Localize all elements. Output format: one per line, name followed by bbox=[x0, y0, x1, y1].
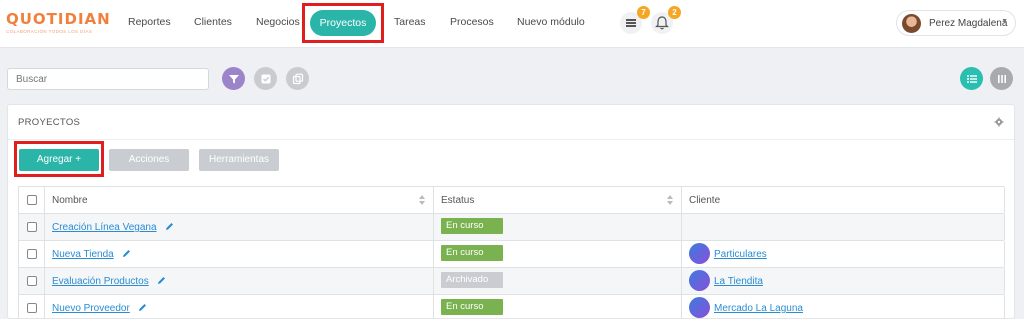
status-badge: En curso bbox=[441, 245, 503, 261]
search-input[interactable] bbox=[8, 69, 208, 89]
nav-nuevo-modulo[interactable]: Nuevo módulo bbox=[517, 16, 585, 28]
project-link[interactable]: Creación Línea Vegana bbox=[52, 222, 174, 233]
status-cell: En curso bbox=[434, 295, 682, 319]
name-cell: Evaluación Productos bbox=[45, 268, 434, 294]
project-name: Nuevo Proveedor bbox=[52, 303, 130, 314]
gear-icon[interactable] bbox=[994, 117, 1004, 127]
status-badge: En curso bbox=[441, 218, 503, 234]
top-navbar: QUOTIDIAN COLABORACIÓN TODOS LOS DÍAS Re… bbox=[0, 0, 1024, 48]
row-checkbox[interactable] bbox=[27, 222, 37, 232]
edit-icon[interactable] bbox=[122, 249, 131, 258]
project-link[interactable]: Nuevo Proveedor bbox=[52, 303, 147, 314]
copy-icon bbox=[292, 73, 303, 84]
table-row: Evaluación Productos Archivado La Tiendi… bbox=[19, 268, 1005, 295]
name-cell: Nueva Tienda bbox=[45, 241, 434, 267]
duplicate-button[interactable] bbox=[286, 67, 309, 90]
sort-icon[interactable] bbox=[419, 195, 425, 205]
column-header-label: Estatus bbox=[441, 195, 475, 206]
panel-title: PROYECTOS bbox=[18, 117, 81, 128]
edit-icon[interactable] bbox=[138, 303, 147, 312]
actions-button[interactable]: Acciones bbox=[109, 149, 189, 171]
logo-text: QUOTIDIAN bbox=[6, 10, 111, 28]
sort-icon[interactable] bbox=[667, 195, 673, 205]
header-estatus[interactable]: Estatus bbox=[434, 187, 682, 213]
table-row: Nuevo Proveedor En curso Mercado La Lagu… bbox=[19, 295, 1005, 319]
messages-button[interactable]: 7 bbox=[620, 6, 650, 34]
header-nombre[interactable]: Nombre bbox=[45, 187, 434, 213]
avatar bbox=[902, 14, 921, 33]
status-cell: En curso bbox=[434, 214, 682, 240]
status-badge: En curso bbox=[441, 299, 503, 315]
filter-icon bbox=[228, 74, 239, 83]
select-button[interactable] bbox=[254, 67, 277, 90]
select-all-cell bbox=[19, 187, 45, 213]
project-name: Nueva Tienda bbox=[52, 249, 114, 260]
column-header-label: Nombre bbox=[52, 195, 88, 206]
project-link[interactable]: Evaluación Productos bbox=[52, 276, 166, 287]
user-menu[interactable]: Perez Magdalena ▼ bbox=[896, 10, 1016, 36]
panel-divider bbox=[8, 139, 1014, 140]
alerts-button[interactable]: 2 bbox=[651, 6, 681, 34]
nav-tareas[interactable]: Tareas bbox=[394, 16, 426, 28]
filter-button[interactable] bbox=[222, 67, 245, 90]
brand-logo[interactable]: QUOTIDIAN COLABORACIÓN TODOS LOS DÍAS bbox=[6, 10, 124, 40]
logo-tagline: COLABORACIÓN TODOS LOS DÍAS bbox=[6, 29, 93, 34]
chevron-down-icon: ▼ bbox=[1001, 18, 1008, 25]
client-link[interactable]: Particulares bbox=[714, 249, 767, 260]
user-name: Perez Magdalena bbox=[929, 18, 1008, 29]
messages-badge: 7 bbox=[637, 6, 650, 19]
client-avatar bbox=[689, 270, 710, 291]
client-link[interactable]: Mercado La Laguna bbox=[714, 303, 803, 314]
client-cell: Mercado La Laguna bbox=[682, 295, 1005, 319]
header-cliente[interactable]: Cliente bbox=[682, 187, 1005, 213]
row-checkbox[interactable] bbox=[27, 303, 37, 313]
projects-table: Nombre Estatus Cliente Creación Línea Ve… bbox=[18, 186, 1005, 319]
table-row: Creación Línea Vegana En curso bbox=[19, 214, 1005, 241]
checkbox-icon bbox=[261, 74, 270, 83]
highlight-box-nav bbox=[302, 3, 384, 43]
row-select-cell bbox=[19, 214, 45, 240]
name-cell: Creación Línea Vegana bbox=[45, 214, 434, 240]
list-view-icon bbox=[966, 74, 977, 83]
client-cell: Particulares bbox=[682, 241, 1005, 267]
client-avatar bbox=[689, 243, 710, 264]
client-cell: La Tiendita bbox=[682, 268, 1005, 294]
list-view-button[interactable] bbox=[960, 67, 983, 90]
search-box[interactable] bbox=[7, 68, 209, 90]
client-avatar bbox=[689, 297, 710, 318]
edit-icon[interactable] bbox=[157, 276, 166, 285]
edit-icon[interactable] bbox=[165, 222, 174, 231]
nav-reportes[interactable]: Reportes bbox=[128, 16, 171, 28]
status-badge: Archivado bbox=[441, 272, 503, 288]
alerts-badge: 2 bbox=[668, 6, 681, 19]
column-view-button[interactable] bbox=[990, 67, 1013, 90]
client-link[interactable]: La Tiendita bbox=[714, 276, 763, 287]
table-row: Nueva Tienda En curso Particulares bbox=[19, 241, 1005, 268]
table-header: Nombre Estatus Cliente bbox=[19, 187, 1005, 214]
nav-clientes[interactable]: Clientes bbox=[194, 16, 232, 28]
row-select-cell bbox=[19, 268, 45, 294]
row-select-cell bbox=[19, 295, 45, 319]
column-view-icon bbox=[997, 74, 1006, 83]
status-cell: Archivado bbox=[434, 268, 682, 294]
row-checkbox[interactable] bbox=[27, 276, 37, 286]
column-header-label: Cliente bbox=[689, 195, 721, 206]
status-cell: En curso bbox=[434, 241, 682, 267]
select-all-checkbox[interactable] bbox=[27, 195, 37, 205]
project-name: Creación Línea Vegana bbox=[52, 222, 157, 233]
name-cell: Nuevo Proveedor bbox=[45, 295, 434, 319]
highlight-box-add bbox=[14, 141, 104, 177]
project-link[interactable]: Nueva Tienda bbox=[52, 249, 131, 260]
tools-button[interactable]: Herramientas bbox=[199, 149, 279, 171]
projects-panel: PROYECTOS Agregar + Acciones Herramienta… bbox=[7, 104, 1015, 319]
nav-procesos[interactable]: Procesos bbox=[450, 16, 494, 28]
row-select-cell bbox=[19, 241, 45, 267]
project-name: Evaluación Productos bbox=[52, 276, 149, 287]
client-cell bbox=[682, 214, 1005, 240]
row-checkbox[interactable] bbox=[27, 249, 37, 259]
nav-negocios[interactable]: Negocios bbox=[256, 16, 300, 28]
